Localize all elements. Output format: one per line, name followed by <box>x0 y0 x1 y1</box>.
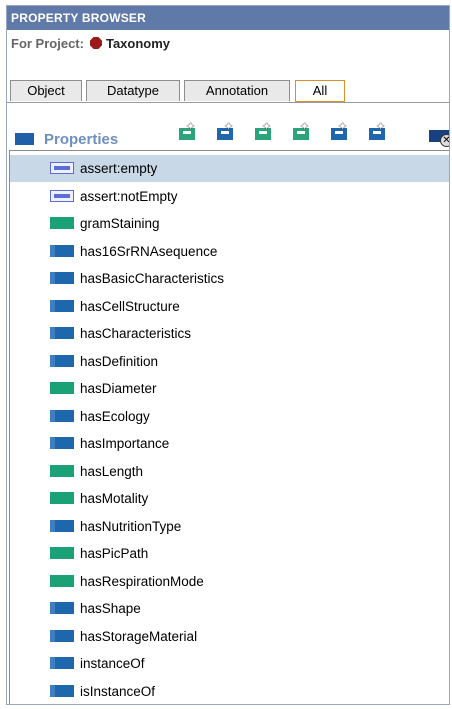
property-label: hasImportance <box>80 436 170 451</box>
property-row[interactable]: hasMotality <box>10 485 449 512</box>
tab-annotation[interactable]: Annotation <box>184 80 290 101</box>
annotation-property-icon <box>50 189 74 202</box>
property-label: hasDefinition <box>80 353 159 369</box>
panel-title: PROPERTY BROWSER <box>7 6 449 30</box>
object-property-icon <box>50 657 74 669</box>
create-annotation-property-icon[interactable]: ✦ <box>329 122 351 142</box>
property-row[interactable]: hasRespirationMode <box>10 568 449 595</box>
property-label: has16SrRNAsequence <box>80 243 218 259</box>
datatype-property-icon <box>50 217 74 229</box>
object-property-icon <box>50 299 74 312</box>
property-label: isInstanceOf <box>80 683 156 699</box>
property-row[interactable]: hasDefinition <box>10 348 449 375</box>
properties-heading-label: Properties <box>44 131 119 148</box>
object-property-icon <box>50 327 74 339</box>
property-label: hasNutritionType <box>80 518 182 534</box>
object-property-icon <box>50 437 74 449</box>
property-row[interactable]: hasStorageMaterial <box>10 623 449 650</box>
create-object-property-icon[interactable]: ✦ <box>215 122 237 142</box>
tab-datatype[interactable]: Datatype <box>86 80 180 101</box>
property-label: hasEcology <box>80 408 150 424</box>
property-label: gramStaining <box>80 216 160 231</box>
delete-property-icon[interactable]: ✕ <box>427 130 449 150</box>
property-label: hasRespirationMode <box>80 573 204 589</box>
property-row[interactable]: hasEcology <box>10 403 449 430</box>
object-property-icon <box>50 354 74 367</box>
create-datatype-property-icon[interactable]: ✦ <box>291 122 313 142</box>
property-label: hasLength <box>80 463 144 479</box>
property-label: assert:empty <box>80 161 158 176</box>
property-label: hasShape <box>80 601 141 616</box>
object-property-icon <box>50 519 74 532</box>
properties-heading: Properties <box>15 131 118 148</box>
object-property-swatch-icon <box>15 133 34 145</box>
property-row[interactable]: hasNutritionType <box>10 513 449 540</box>
object-property-icon <box>50 629 74 642</box>
property-row[interactable]: hasCharacteristics <box>10 320 449 347</box>
tab-object[interactable]: Object <box>10 80 82 101</box>
project-line: For Project: Taxonomy <box>7 30 449 56</box>
property-row[interactable]: hasImportance <box>10 430 449 457</box>
property-row[interactable]: hasDiameter <box>10 375 449 402</box>
property-label: hasCharacteristics <box>80 326 192 341</box>
object-property-icon <box>50 684 74 697</box>
property-type-tabs: Object Datatype Annotation All <box>7 80 449 103</box>
property-row[interactable]: has16SrRNAsequence <box>10 238 449 265</box>
create-property-icon[interactable]: ✦ <box>177 122 199 142</box>
property-row[interactable]: assert:empty <box>10 155 449 182</box>
create-subproperty-icon[interactable]: ✦ <box>253 122 275 142</box>
property-label: hasBasicCharacteristics <box>80 271 225 286</box>
property-row[interactable]: hasShape <box>10 595 449 622</box>
datatype-property-icon <box>50 492 74 504</box>
object-property-icon <box>50 244 74 257</box>
tab-all[interactable]: All <box>295 80 345 102</box>
datatype-property-icon <box>50 574 74 587</box>
properties-toolbar: Properties ✦ ✦ ✦ ✦ ✦ ✦ ✕ <box>7 116 449 150</box>
object-property-icon <box>50 409 74 422</box>
property-row[interactable]: hasBasicCharacteristics <box>10 265 449 292</box>
property-row[interactable]: isInstanceOf <box>10 678 449 705</box>
property-label: hasStorageMaterial <box>80 628 198 644</box>
property-row[interactable]: hasLength <box>10 458 449 485</box>
property-label: assert:notEmpty <box>80 188 178 204</box>
project-name: Taxonomy <box>105 36 171 51</box>
create-annotation-datatype-icon[interactable]: ✦ <box>367 122 389 142</box>
object-property-icon <box>50 272 74 284</box>
datatype-property-icon <box>50 382 74 394</box>
property-row[interactable]: hasCellStructure <box>10 293 449 320</box>
property-tree: assert:empty assert:notEmpty gramStaining h… <box>9 150 449 705</box>
property-label: hasPicPath <box>80 546 149 561</box>
datatype-property-icon <box>50 464 74 477</box>
datatype-property-icon <box>50 547 74 559</box>
annotation-property-icon <box>50 162 74 174</box>
property-label: hasCellStructure <box>80 298 180 314</box>
project-label: For Project: <box>11 36 84 51</box>
property-browser-panel: PROPERTY BROWSER For Project: Taxonomy Ob… <box>6 5 450 705</box>
property-row[interactable]: gramStaining <box>10 210 449 237</box>
ontology-hex-icon <box>89 37 102 49</box>
object-property-icon <box>50 602 74 614</box>
property-label: hasMotality <box>80 491 149 506</box>
property-row[interactable]: instanceOf <box>10 650 449 677</box>
property-label: hasDiameter <box>80 381 157 396</box>
property-row[interactable]: assert:notEmpty <box>10 183 449 210</box>
property-row[interactable]: hasPicPath <box>10 540 449 567</box>
property-label: instanceOf <box>80 656 145 671</box>
